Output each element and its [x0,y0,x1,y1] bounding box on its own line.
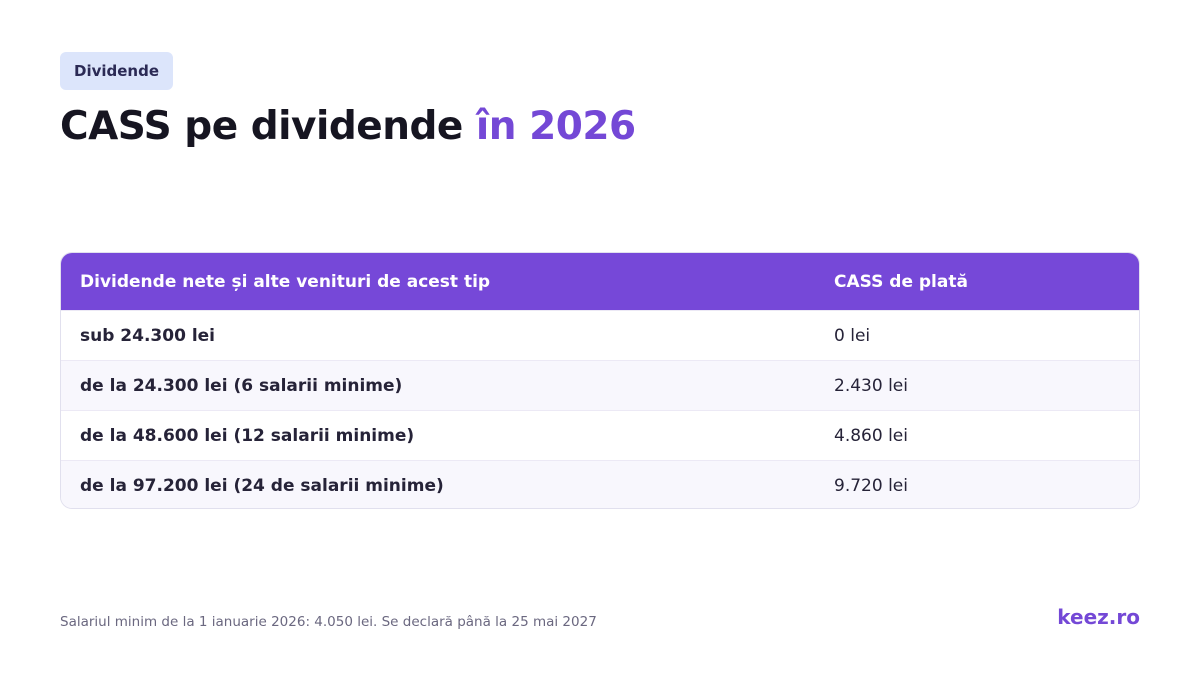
footnote: Salariul minim de la 1 ianuarie 2026: 4.… [60,614,597,630]
row-cass: 4.860 lei [834,425,908,446]
row-cass: 0 lei [834,325,871,346]
row-income: sub 24.300 lei [80,325,216,346]
table-row: sub 24.300 lei 0 lei [61,310,1139,360]
row-income: de la 97.200 lei (24 de salarii minime) [80,475,444,496]
header-income: Dividende nete și alte venituri de acest… [80,271,491,292]
table-row: de la 48.600 lei (12 salarii minime) 4.8… [61,410,1139,460]
row-cass: 9.720 lei [834,475,908,496]
header-cass: CASS de plată [834,271,968,292]
row-cass: 2.430 lei [834,375,908,396]
cass-table: Dividende nete și alte venituri de acest… [60,252,1140,509]
page-title: CASS pe dividende în 2026 [60,104,636,149]
brand-logo[interactable]: keez.ro [1057,605,1140,629]
row-income: de la 48.600 lei (12 salarii minime) [80,425,415,446]
title-main: CASS pe dividende [60,104,476,149]
table-header-row: Dividende nete și alte venituri de acest… [61,253,1139,310]
table-row: de la 97.200 lei (24 de salarii minime) … [61,460,1139,508]
title-accent: în 2026 [475,104,636,149]
category-badge: Dividende [60,52,174,90]
table-row: de la 24.300 lei (6 salarii minime) 2.43… [61,360,1139,410]
row-income: de la 24.300 lei (6 salarii minime) [80,375,403,396]
